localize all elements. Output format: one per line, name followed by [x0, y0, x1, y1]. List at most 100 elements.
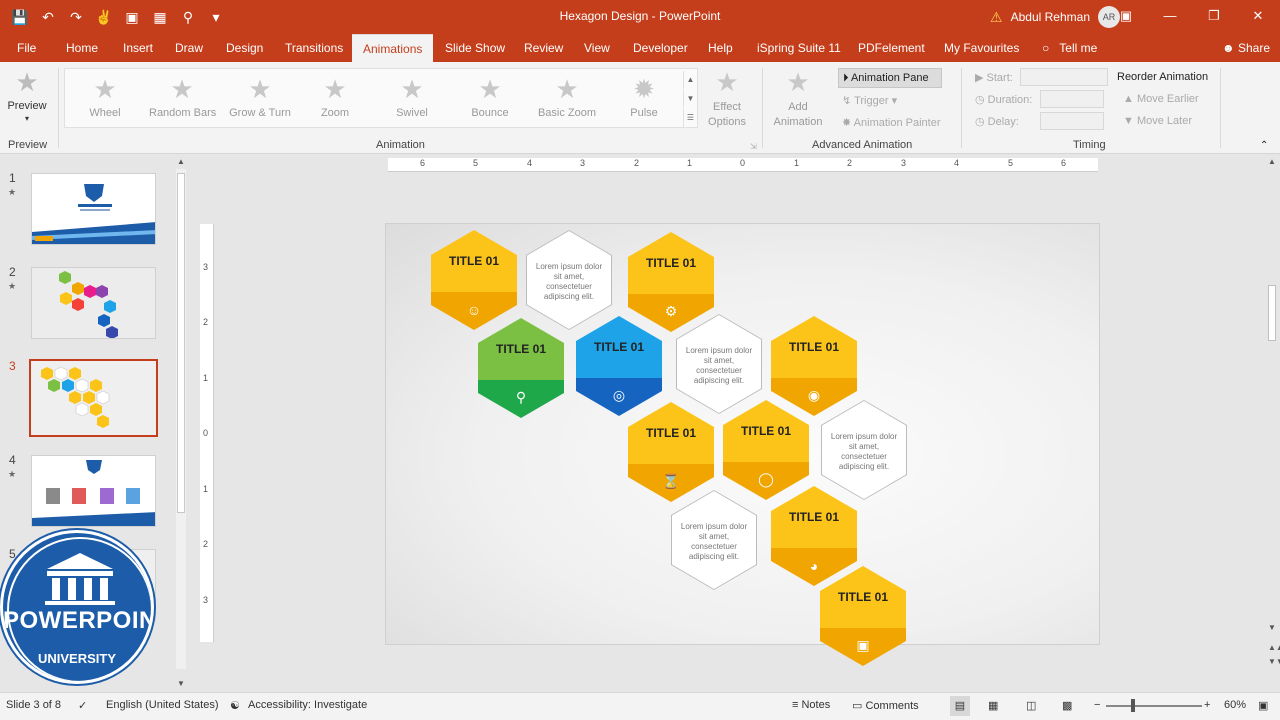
zoom-in-icon[interactable]: +: [1204, 699, 1210, 711]
animation-basic-zoom[interactable]: ★ Basic Zoom: [535, 75, 599, 119]
add-animation-button[interactable]: ★ Add Animation: [768, 68, 828, 130]
animation-pane-button[interactable]: ⏵ Animation Pane: [838, 68, 942, 88]
reading-view-icon[interactable]: ◫: [1026, 699, 1036, 712]
ruler-label: 1: [687, 158, 693, 168]
tab-file[interactable]: File: [17, 34, 36, 62]
scroll-down-icon[interactable]: ▼: [177, 679, 185, 688]
group-label-preview: Preview: [8, 139, 48, 151]
animation-swivel[interactable]: ★ Swivel: [383, 75, 441, 119]
scrollbar-thumb[interactable]: [177, 173, 185, 513]
gallery-scroll-down-icon[interactable]: ▼: [683, 90, 697, 108]
slide-counter[interactable]: Slide 3 of 8: [6, 699, 61, 711]
hexagon-text-box[interactable]: Lorem ipsum dolor sit amet, consectetuer…: [671, 490, 757, 590]
slide-thumbnail-1[interactable]: [31, 173, 156, 245]
tab-review[interactable]: Review: [524, 34, 563, 62]
accessibility-status[interactable]: Accessibility: Investigate: [248, 699, 367, 711]
delay-input[interactable]: [1040, 112, 1104, 130]
hexagon-yellow[interactable]: TITLE 01 ☺: [431, 230, 517, 330]
zoom-slider-thumb[interactable]: [1131, 699, 1135, 712]
hexagon-yellow[interactable]: TITLE 01 ▣: [820, 566, 906, 666]
tab-home[interactable]: Home: [66, 34, 98, 62]
trigger-button[interactable]: ↯ Trigger ▾: [842, 94, 897, 107]
tab-design[interactable]: Design: [226, 34, 263, 62]
slide-thumbnail-2[interactable]: [31, 267, 156, 339]
tab-help[interactable]: Help: [708, 34, 733, 62]
effect-options-button[interactable]: ★ Effect Options: [702, 68, 752, 130]
tab-view[interactable]: View: [584, 34, 610, 62]
hexagon-text-box[interactable]: Lorem ipsum dolor sit amet, consectetuer…: [676, 314, 762, 414]
hexagon-text-box[interactable]: Lorem ipsum dolor sit amet, consectetuer…: [526, 230, 612, 330]
notes-button[interactable]: ≡ Notes: [792, 699, 830, 711]
ruler-label: 2: [634, 158, 640, 168]
animation-random-bars[interactable]: ★ Random Bars: [149, 75, 216, 119]
zoom-level[interactable]: 60%: [1224, 699, 1246, 711]
scrollbar-thumb[interactable]: [1268, 285, 1276, 341]
start-select[interactable]: [1020, 68, 1108, 86]
minimize-icon[interactable]: —: [1148, 0, 1192, 32]
restore-icon[interactable]: ❐: [1192, 0, 1236, 32]
zoom-out-icon[interactable]: −: [1094, 699, 1100, 711]
hexagon-yellow[interactable]: TITLE 01 ⚙: [628, 232, 714, 332]
language-indicator[interactable]: English (United States): [106, 699, 219, 711]
slide-scrollbar[interactable]: ▲ ▼ ▲▲ ▼▼: [1264, 155, 1280, 692]
slide-sorter-icon[interactable]: ▦: [988, 699, 998, 712]
tab-transitions[interactable]: Transitions: [285, 34, 343, 62]
tab-ispring[interactable]: iSpring Suite 11: [757, 34, 841, 62]
ruler-label: 3: [580, 158, 586, 168]
ruler-label: 0: [740, 158, 746, 168]
collapse-ribbon-icon[interactable]: ⌃: [1260, 140, 1268, 151]
user-account[interactable]: ⚠ Abdul Rehman AR: [990, 6, 1120, 28]
lightbulb-icon: ○: [1042, 41, 1050, 55]
next-slide-icon[interactable]: ▼▼: [1268, 657, 1280, 666]
slide-thumbnail-4[interactable]: [31, 455, 156, 527]
scroll-up-icon[interactable]: ▲: [1268, 157, 1276, 166]
tell-me-search[interactable]: ○ Tell me: [1042, 34, 1097, 62]
hexagon-blue[interactable]: TITLE 01 ◎: [576, 316, 662, 416]
slide-thumbnail-3[interactable]: [29, 359, 158, 437]
dialog-launcher-icon[interactable]: ⇲: [750, 142, 757, 151]
slide-canvas[interactable]: TITLE 01 ☺ Lorem ipsum dolor sit amet, c…: [385, 223, 1100, 666]
gallery-more-icon[interactable]: ☰: [683, 109, 697, 127]
move-earlier-button[interactable]: ▲ Move Earlier: [1123, 93, 1199, 105]
thumbnails-scrollbar[interactable]: ▲ ▼: [174, 155, 188, 692]
hexagon-yellow[interactable]: TITLE 01 ⌛: [628, 402, 714, 502]
painter-icon: ✸: [842, 117, 852, 129]
hexagon-yellow[interactable]: TITLE 01 ◕: [771, 486, 857, 586]
share-button[interactable]: ☻ Share: [1222, 34, 1270, 62]
hexagon-green[interactable]: TITLE 01 ⚲: [478, 318, 564, 418]
scroll-down-icon[interactable]: ▼: [1268, 623, 1276, 632]
animation-bounce[interactable]: ★ Bounce: [461, 75, 519, 119]
close-icon[interactable]: ✕: [1236, 0, 1280, 32]
tab-pdfelement[interactable]: PDFelement: [858, 34, 925, 62]
fit-to-window-icon[interactable]: ▣: [1258, 699, 1268, 712]
tab-developer[interactable]: Developer: [633, 34, 688, 62]
animation-painter-button[interactable]: ✸ Animation Painter: [842, 116, 941, 129]
animation-wheel[interactable]: ★ Wheel: [75, 75, 135, 119]
tab-my-favourites[interactable]: My Favourites: [944, 34, 1019, 62]
hexagon-yellow[interactable]: TITLE 01 ◉: [771, 316, 857, 416]
preview-button[interactable]: ★ Preview ▾: [4, 68, 50, 124]
slideshow-icon[interactable]: ▩: [1062, 699, 1072, 712]
ribbon-display-icon[interactable]: ▣: [1104, 0, 1148, 32]
normal-view-icon[interactable]: ▤: [950, 696, 970, 716]
hexagon-yellow[interactable]: TITLE 01 ◯: [723, 400, 809, 500]
spelling-icon[interactable]: ✓: [78, 699, 87, 712]
previous-slide-icon[interactable]: ▲▲: [1268, 643, 1280, 652]
tab-draw[interactable]: Draw: [175, 34, 203, 62]
magnifier-icon: ⚲: [515, 389, 527, 405]
gallery-scroll-up-icon[interactable]: ▲: [683, 71, 697, 89]
animation-gallery: ★ Wheel ★ Random Bars ★ Grow & Turn ★ Zoom ★…: [64, 68, 698, 128]
ruler-label: 5: [473, 158, 479, 168]
hexagon-text-box[interactable]: Lorem ipsum dolor sit amet, consectetuer…: [821, 400, 907, 500]
animation-pulse[interactable]: ✹ Pulse: [615, 75, 673, 119]
animation-zoom[interactable]: ★ Zoom: [307, 75, 363, 119]
duration-input[interactable]: [1040, 90, 1104, 108]
tab-insert[interactable]: Insert: [123, 34, 153, 62]
tab-animations[interactable]: Animations: [352, 34, 434, 62]
animation-grow-turn[interactable]: ★ Grow & Turn: [227, 75, 293, 119]
scroll-up-icon[interactable]: ▲: [177, 157, 185, 166]
zoom-slider-track[interactable]: [1106, 705, 1202, 707]
move-later-button[interactable]: ▼ Move Later: [1123, 115, 1192, 127]
tab-slide-show[interactable]: Slide Show: [445, 34, 505, 62]
comments-button[interactable]: ▭ Comments: [852, 699, 919, 712]
